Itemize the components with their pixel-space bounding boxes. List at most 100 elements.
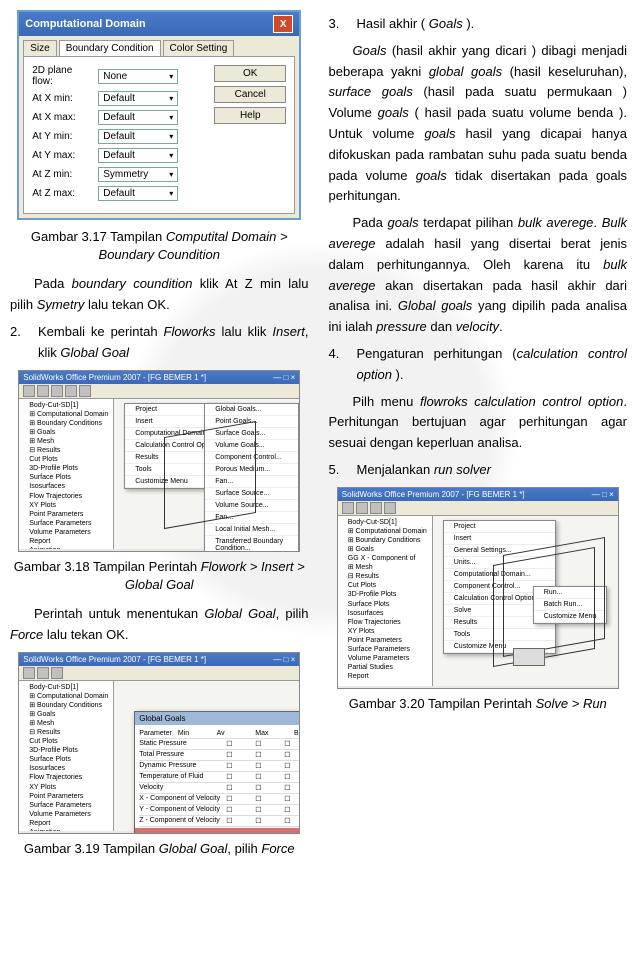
- chevron-down-icon: ▾: [169, 94, 173, 103]
- window-controls-icon: — □ ×: [592, 490, 614, 499]
- tree-item: ⊞ Boundary Conditions: [21, 419, 111, 428]
- paragraph-goals: Goals (hasil akhir yang dicari ) dibagi …: [329, 41, 628, 207]
- ss-toolbar: [19, 666, 299, 681]
- dropdown-value: Default: [103, 131, 135, 142]
- table-header: Max: [255, 730, 294, 737]
- field-label: 2D plane flow:: [32, 65, 92, 87]
- caption-text: Gambar 3.17 Tampilan: [31, 229, 166, 244]
- field-label: At Z max:: [32, 188, 92, 199]
- tree-item: ⊞ Computational Domain: [21, 410, 111, 419]
- caption-text: Gambar 3.18 Tampilan Perintah: [14, 559, 201, 574]
- tree-item: Report: [340, 672, 430, 681]
- tab-boundary[interactable]: Boundary Condition: [59, 40, 161, 56]
- field-label: At Y max:: [32, 150, 92, 161]
- text: lalu tekan OK.: [43, 627, 128, 642]
- dropdown-ymax[interactable]: Default▾: [98, 148, 178, 163]
- goal-dialog-header: Global Goals: [135, 712, 300, 725]
- text-italic: global goals: [429, 64, 502, 79]
- list-number: 3.: [329, 14, 345, 35]
- tree-item: Point Parameters: [340, 636, 430, 645]
- window-controls-icon: — □ ×: [273, 655, 295, 664]
- tree-item: Cut Plots: [340, 581, 430, 590]
- dropdown-value: Default: [103, 93, 135, 104]
- tree-item: Animation: [21, 546, 111, 549]
- cancel-button[interactable]: Cancel: [214, 86, 286, 103]
- field-2d-plane: 2D plane flow: None▾: [32, 65, 204, 87]
- toolbar-icon: [79, 385, 91, 397]
- field-xmax: At X max: Default▾: [32, 110, 204, 125]
- caption-italic: Solve > Run: [536, 696, 607, 711]
- text-italic: Goals: [429, 16, 463, 31]
- ok-button[interactable]: OK: [214, 65, 286, 82]
- paragraph-global-goal: Perintah untuk menentukan Global Goal, p…: [10, 604, 309, 646]
- paragraph-boundary: Pada boundary coundition klik At Z min l…: [10, 274, 309, 316]
- left-column: Computational Domain X Size Boundary Con…: [10, 10, 309, 868]
- text: (hasil keseluruhan),: [502, 64, 627, 79]
- text: Pilh menu: [353, 394, 420, 409]
- text: dan: [427, 319, 456, 334]
- menu-item: Local Initial Mesh...: [205, 524, 298, 536]
- toolbar-icon: [37, 667, 49, 679]
- tree-item: XY Plots: [340, 627, 430, 636]
- dropdown-zmax[interactable]: Default▾: [98, 186, 178, 201]
- table-header: Bulk Av: [294, 730, 300, 737]
- text: ).: [463, 16, 475, 31]
- dropdown-xmin[interactable]: Default ▾: [98, 91, 178, 106]
- list-item-4: 4. Pengaturan perhitungan (calculation c…: [329, 344, 628, 386]
- tree-item: Volume Parameters: [340, 654, 430, 663]
- dropdown-2d[interactable]: None▾: [98, 69, 178, 84]
- chevron-down-icon: ▾: [169, 72, 173, 81]
- dialog-tabs: Size Boundary Condition Color Setting: [19, 36, 299, 56]
- tree-item: ⊞ Mesh: [21, 437, 111, 446]
- caption-3-20: Gambar 3.20 Tampilan Perintah Solve > Ru…: [329, 695, 628, 713]
- chevron-down-icon: ▾: [169, 151, 173, 160]
- global-goals-dialog: Global Goals ParameterMinAvMaxBulk AvUse…: [134, 711, 300, 834]
- text-italic: boundary coundition: [72, 276, 193, 291]
- toolbar-icon: [370, 502, 382, 514]
- tree-item: 3D-Profile Plots: [340, 590, 430, 599]
- text-italic: bulk averege: [518, 215, 594, 230]
- toolbar-icon: [342, 502, 354, 514]
- close-icon[interactable]: X: [273, 15, 293, 33]
- model-box: [513, 648, 545, 666]
- text: Hasil akhir (: [357, 16, 429, 31]
- caption-italic: Global Goal: [159, 841, 228, 856]
- ss-toolbar: [338, 501, 618, 516]
- toolbar-icon: [51, 667, 63, 679]
- tree-item: Report: [21, 537, 111, 546]
- list-item-3: 3. Hasil akhir ( Goals ).: [329, 14, 628, 35]
- tree-item: ⊟ Results: [340, 572, 430, 581]
- goal-dialog-footer: [135, 828, 300, 834]
- tree-item: Volume Parameters: [21, 528, 111, 537]
- text-italic: flowroks calculation control option: [420, 394, 623, 409]
- tree-item: 3D-Profile Plots: [21, 464, 111, 473]
- dropdown-ymin[interactable]: Default▾: [98, 129, 178, 144]
- chevron-down-icon: ▾: [169, 189, 173, 198]
- tab-color[interactable]: Color Setting: [163, 40, 235, 56]
- computational-domain-dialog: Computational Domain X Size Boundary Con…: [17, 10, 301, 220]
- dialog-title-text: Computational Domain: [25, 18, 145, 30]
- ss-toolbar: [19, 384, 299, 399]
- text: lalu tekan OK.: [84, 297, 169, 312]
- text: lalu klik: [216, 324, 273, 339]
- dropdown-xmax[interactable]: Default▾: [98, 110, 178, 125]
- text-italic: goals: [378, 105, 409, 120]
- tree-item: Cut Plots: [21, 737, 111, 746]
- right-column: 3. Hasil akhir ( Goals ). Goals (hasil a…: [329, 10, 628, 868]
- help-button[interactable]: Help: [214, 107, 286, 124]
- list-number: 4.: [329, 344, 345, 386]
- tree-item: Flow Trajectories: [21, 492, 111, 501]
- text-italic: Force: [10, 627, 43, 642]
- tree-item: ⊞ Goals: [340, 545, 430, 554]
- text-italic: goals: [416, 168, 447, 183]
- tree-item: Surface Plots: [340, 600, 430, 609]
- toolbar-icon: [51, 385, 63, 397]
- field-zmin: At Z min: Symmetry▾: [32, 167, 204, 182]
- toolbar-icon: [23, 667, 35, 679]
- text: ).: [392, 367, 404, 382]
- tab-size[interactable]: Size: [23, 40, 56, 56]
- dropdown-zmin[interactable]: Symmetry▾: [98, 167, 178, 182]
- list-number: 2.: [10, 322, 26, 364]
- tree-item: ⊟ Results: [21, 728, 111, 737]
- text-italic: Global Goal: [204, 606, 275, 621]
